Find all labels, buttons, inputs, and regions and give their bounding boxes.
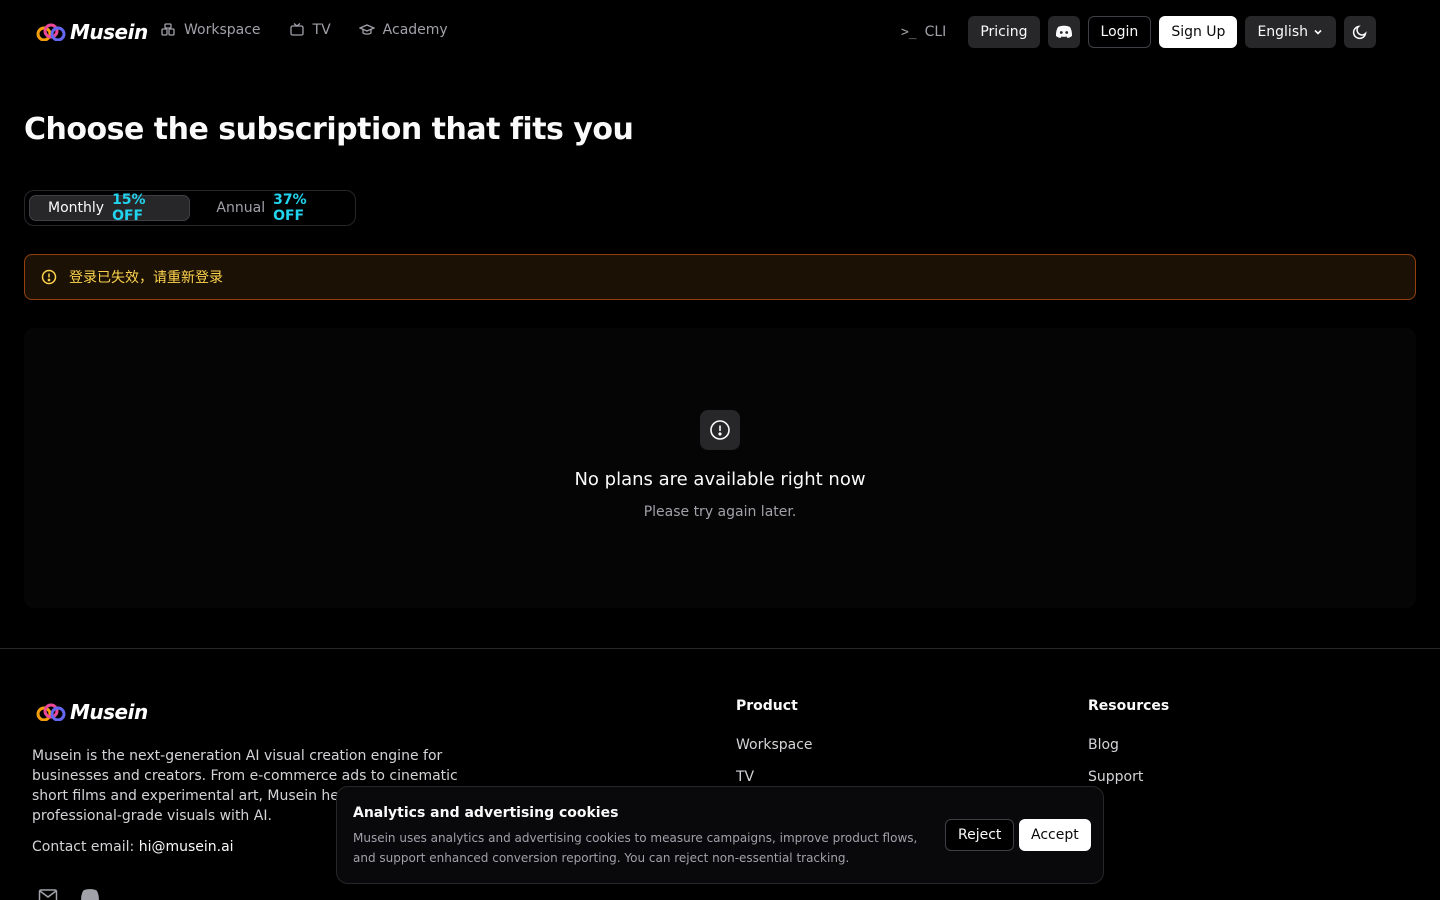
moon-icon [1352,25,1367,40]
footer-resources-title: Resources [1088,698,1170,714]
footer-link-blog[interactable]: Blog [1088,737,1119,753]
cookie-banner-text: Musein uses analytics and advertising co… [353,831,918,865]
signup-button[interactable]: Sign Up [1159,16,1238,48]
footer-social-links [38,888,100,900]
page-title: Choose the subscription that fits you [24,112,634,147]
pricing-button[interactable]: Pricing [968,16,1040,48]
plans-empty-state: No plans are available right now Please … [24,328,1416,608]
theme-toggle-button[interactable] [1344,16,1376,48]
graduation-cap-icon [358,24,375,35]
cookie-banner-title: Analytics and advertising cookies [353,805,619,821]
alert-message: 登录已失效，请重新登录 [69,270,223,286]
main-nav: Workspace TV Academy [160,22,448,38]
nav-item-academy[interactable]: Academy [358,22,448,38]
nav-item-label: Academy [382,22,448,38]
billing-period-toggle: Monthly 15% OFF Annual 37% OFF [24,190,356,226]
annual-label: Annual [216,200,266,216]
contact-email-link[interactable]: hi@musein.ai [139,839,234,855]
nav-item-tv[interactable]: TV [289,22,331,38]
footer-contact: Contact email: hi@musein.ai [32,839,234,855]
billing-option-annual[interactable]: Annual 37% OFF [198,192,351,224]
billing-option-monthly[interactable]: Monthly 15% OFF [29,192,191,224]
empty-state-title: No plans are available right now [574,469,866,490]
empty-state-subtitle: Please try again later. [643,504,797,520]
cookie-accept-button[interactable]: Accept [1019,819,1091,851]
nav-item-workspace[interactable]: Workspace [160,22,261,38]
contact-label: Contact email: [32,839,135,855]
footer-link-support[interactable]: Support [1088,769,1143,785]
empty-state-icon-box [700,410,740,450]
footer-brand-logo[interactable]: Musein [36,700,148,724]
tv-icon [289,23,304,36]
footer-brand-name: Musein [70,700,148,724]
session-expired-alert: 登录已失效，请重新登录 [24,254,1416,300]
monthly-label: Monthly [48,200,105,216]
footer-divider [0,648,1440,649]
header-actions: >_ CLI Pricing Login Sign Up English [887,16,1376,48]
brand-logo-mark-icon [36,703,66,721]
language-select[interactable]: English [1245,16,1336,48]
mail-icon[interactable] [38,888,58,900]
cookie-consent-banner: Analytics and advertising cookies Musein… [336,786,1104,884]
brand-logo[interactable]: Musein [36,20,148,44]
cookie-reject-button[interactable]: Reject [945,819,1015,851]
workspace-icon [161,23,175,36]
language-label: English [1257,24,1308,40]
footer-link-workspace[interactable]: Workspace [736,737,813,753]
alert-circle-icon [41,269,57,285]
login-button[interactable]: Login [1087,16,1152,48]
nav-item-label: TV [312,22,331,38]
discord-icon[interactable] [80,888,100,900]
nav-item-label: Workspace [184,22,261,38]
cli-label: CLI [924,24,947,40]
monthly-discount-badge: 15% OFF [112,192,146,224]
brand-name: Musein [70,20,148,44]
cli-link[interactable]: >_ CLI [887,16,960,48]
terminal-icon: >_ [900,24,917,40]
annual-discount-badge: 37% OFF [273,192,307,224]
discord-icon [1055,25,1072,38]
discord-button[interactable] [1047,16,1080,48]
site-header: Musein Workspace TV Academy >_ CLI Prici… [0,0,1440,64]
chevron-down-icon [1314,29,1322,35]
alert-circle-icon [710,420,730,440]
brand-logo-mark-icon [36,23,66,41]
footer-link-tv[interactable]: TV [736,769,754,785]
footer-product-title: Product [736,698,798,714]
